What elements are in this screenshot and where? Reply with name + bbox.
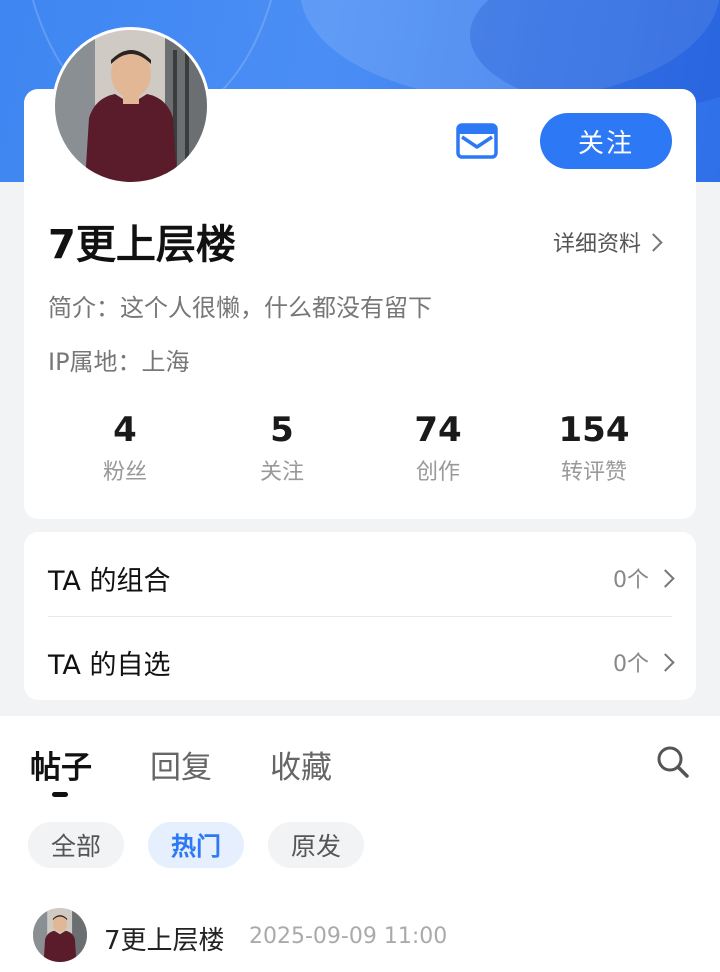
message-button[interactable] bbox=[455, 122, 499, 160]
divider bbox=[48, 616, 672, 617]
stat-label: 关注 bbox=[259, 460, 304, 485]
list-row-count: 0个 bbox=[613, 568, 649, 593]
post-author-name[interactable]: 7更上层楼 bbox=[104, 920, 225, 957]
list-row-count: 0个 bbox=[613, 652, 649, 677]
filter-all[interactable]: 全部 bbox=[28, 822, 124, 868]
list-row-watchlist[interactable]: TA 的自选 0个 bbox=[48, 620, 675, 704]
follow-button[interactable]: 关注 bbox=[540, 113, 672, 169]
list-row-portfolios[interactable]: TA 的组合 0个 bbox=[48, 536, 675, 620]
stat-value: 154 bbox=[558, 410, 630, 450]
tab-replies[interactable]: 回复 bbox=[150, 742, 212, 787]
chevron-right-icon bbox=[656, 652, 675, 672]
post-timestamp: 2025-09-09 11:00 bbox=[249, 924, 448, 949]
stat-creations[interactable]: 74 创作 bbox=[368, 410, 508, 486]
profile-username: 7更上层楼 bbox=[48, 222, 236, 268]
stat-value: 4 bbox=[113, 410, 137, 450]
stat-label: 创作 bbox=[415, 460, 460, 485]
chevron-right-icon bbox=[656, 568, 675, 588]
tab-favorites[interactable]: 收藏 bbox=[270, 742, 332, 787]
list-row-title: TA 的组合 bbox=[48, 565, 171, 597]
profile-ip-location: IP属地：上海 bbox=[48, 348, 190, 376]
stat-following[interactable]: 5 关注 bbox=[212, 410, 352, 486]
stat-value: 74 bbox=[414, 410, 462, 450]
search-icon bbox=[657, 746, 689, 778]
mail-icon bbox=[456, 123, 498, 159]
active-tab-indicator bbox=[52, 792, 68, 797]
detail-profile-link[interactable]: 详细资料 bbox=[553, 226, 663, 258]
stat-fans[interactable]: 4 粉丝 bbox=[55, 410, 195, 486]
post-author-avatar[interactable] bbox=[33, 908, 87, 962]
detail-profile-label: 详细资料 bbox=[553, 232, 642, 257]
filter-hot[interactable]: 热门 bbox=[148, 822, 244, 868]
profile-stats: 4 粉丝 5 关注 74 创作 154 转评赞 bbox=[24, 410, 696, 490]
tab-posts[interactable]: 帖子 bbox=[30, 742, 92, 787]
list-row-title: TA 的自选 bbox=[48, 649, 171, 681]
chevron-right-icon bbox=[644, 232, 663, 252]
profile-bio: 简介：这个人很懒，什么都没有留下 bbox=[48, 294, 432, 322]
stat-label: 粉丝 bbox=[102, 460, 147, 485]
search-button[interactable] bbox=[656, 745, 690, 779]
filter-original[interactable]: 原发 bbox=[268, 822, 364, 868]
stat-value: 5 bbox=[270, 410, 294, 450]
stat-label: 转评赞 bbox=[560, 460, 627, 485]
avatar[interactable] bbox=[52, 27, 210, 185]
stat-interactions[interactable]: 154 转评赞 bbox=[524, 410, 664, 486]
